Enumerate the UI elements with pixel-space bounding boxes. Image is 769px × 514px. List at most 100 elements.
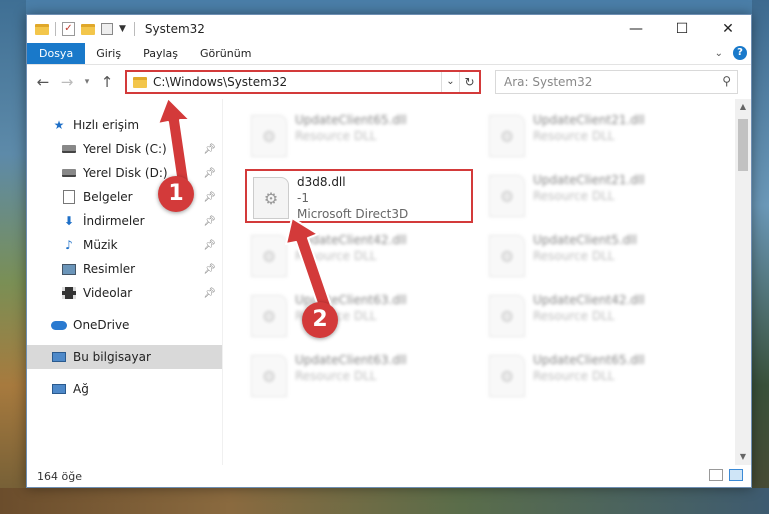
pin-icon: 📌︎ [203,215,216,227]
file-description: Resource DLL [533,189,615,203]
file-description: Resource DLL [533,249,615,263]
list-item[interactable]: ⚙ UpdateClient21.dll Resource DLL [483,169,711,223]
address-bar[interactable]: C:\Windows\System32 ⌄ ↻ [125,70,481,94]
search-icon[interactable]: ⚲ [722,74,731,88]
search-input[interactable]: Ara: System32 ⚲ [495,70,738,94]
documents-icon [61,190,77,204]
up-arrow-icon[interactable]: ↑ [97,73,117,91]
sidebar-item-pictures[interactable]: Resimler 📌︎ [27,257,222,281]
customize-icon[interactable] [101,23,113,35]
network-icon [51,382,67,396]
desktop-background-left [0,0,26,514]
sidebar-item-label: Müzik [83,238,118,252]
file-description: Resource DLL [533,369,615,383]
sidebar-item-label: Hızlı erişim [73,118,140,132]
list-item[interactable]: ⚙ UpdateClient5.dll Resource DLL [483,229,711,283]
toolbar-separator [55,22,56,36]
scroll-thumb[interactable] [738,119,748,171]
address-dropdown-icon[interactable]: ⌄ [441,72,459,92]
new-folder-icon[interactable] [81,23,95,35]
customize-dropdown-icon[interactable]: ▼ [119,24,126,34]
status-bar: 164 öğe [27,465,751,487]
file-description: Resource DLL [533,309,615,323]
minimize-button[interactable]: — [613,15,659,43]
scroll-down-icon[interactable]: ▼ [735,449,751,465]
help-icon[interactable]: ? [733,46,747,60]
sidebar-item-label: Videolar [83,286,133,300]
sidebar-item-this-pc[interactable]: Bu bilgisayar [27,345,222,369]
music-note-icon: ♪ [65,238,73,252]
file-name: UpdateClient65.dll [295,113,407,127]
list-item[interactable]: ⚙ UpdateClient65.dll Resource DLL [483,349,711,403]
list-item[interactable]: ⚙ UpdateClient42.dll Resource DLL [483,289,711,343]
dll-file-icon: ⚙ [489,175,525,217]
file-name: UpdateClient42.dll [533,293,645,307]
sidebar-item-label: OneDrive [73,318,130,332]
sidebar-item-onedrive[interactable]: OneDrive [27,313,222,337]
folder-icon [35,23,49,35]
star-icon: ★ [53,118,65,132]
file-version: -1 [297,191,309,205]
list-item[interactable]: ⚙ UpdateClient65.dll Resource DLL [245,109,473,163]
content-area: ★ Hızlı erişim Yerel Disk (C:) 📌︎ Yerel … [27,99,751,465]
file-name: UpdateClient21.dll [533,173,645,187]
list-item[interactable]: ⚙ UpdateClient21.dll Resource DLL [483,109,711,163]
sidebar-item-label: Belgeler [83,190,133,204]
dll-file-icon: ⚙ [251,115,287,157]
address-path[interactable]: C:\Windows\System32 [153,75,441,89]
search-placeholder: Ara: System32 [504,75,593,89]
file-name: UpdateClient21.dll [533,113,645,127]
title-separator [133,22,135,36]
folder-icon [133,76,147,88]
film-icon [61,286,77,300]
ribbon-right-controls: ⌄ ? [715,46,747,60]
file-name: UpdateClient5.dll [533,233,637,247]
close-button[interactable]: ✕ [705,15,751,43]
view-buttons [709,469,743,481]
sidebar-item-downloads[interactable]: ⬇ İndirmeler 📌︎ [27,209,222,233]
desktop-background-bottom [0,488,769,514]
item-count: 164 öğe [37,469,82,483]
tab-home[interactable]: Giriş [85,43,132,64]
scroll-up-icon[interactable]: ▲ [735,99,751,115]
pin-icon: 📌︎ [203,239,216,251]
dll-file-icon: ⚙ [489,115,525,157]
window-controls: — ☐ ✕ [613,15,751,43]
dll-file-icon: ⚙ [489,355,525,397]
tiles-view-icon[interactable] [729,469,743,481]
sidebar-item-music[interactable]: ♪ Müzik 📌︎ [27,233,222,257]
dll-file-icon: ⚙ [489,295,525,337]
list-item[interactable]: ⚙ UpdateClient63.dll Resource DLL [245,349,473,403]
step-2-badge: 2 [302,302,338,338]
tab-view[interactable]: Görünüm [189,43,262,64]
tab-file[interactable]: Dosya [27,43,86,64]
expand-ribbon-icon[interactable]: ⌄ [715,48,723,59]
sidebar-item-label: Ağ [73,382,89,396]
computer-icon [51,350,67,364]
details-view-icon[interactable] [709,469,723,481]
desktop-background-right [752,0,769,514]
refresh-icon[interactable]: ↻ [459,72,479,92]
dll-file-icon: ⚙ [251,355,287,397]
dll-file-icon: ⚙ [489,235,525,277]
drive-icon [61,142,77,156]
recent-locations-icon[interactable]: ▾ [81,77,93,87]
cloud-icon [51,318,67,332]
drive-icon [61,166,77,180]
maximize-button[interactable]: ☐ [659,15,705,43]
navigation-bar: ← → ▾ ↑ C:\Windows\System32 ⌄ ↻ Ara: Sys… [27,65,751,99]
picture-icon [61,262,77,276]
forward-arrow-icon[interactable]: → [57,73,77,91]
title-bar: ✓ ▼ System32 — ☐ ✕ [27,15,751,43]
sidebar-item-videos[interactable]: Videolar 📌︎ [27,281,222,305]
file-name: UpdateClient65.dll [533,353,645,367]
pin-icon: 📌︎ [203,287,216,299]
tab-share[interactable]: Paylaş [132,43,189,64]
sidebar-item-network[interactable]: Ağ [27,377,222,401]
back-arrow-icon[interactable]: ← [33,73,53,91]
file-name: UpdateClient63.dll [295,353,407,367]
file-name: d3d8.dll [297,175,346,189]
vertical-scrollbar[interactable]: ▲ ▼ [735,99,751,465]
window-title: System32 [144,22,205,36]
properties-icon[interactable]: ✓ [62,22,75,36]
